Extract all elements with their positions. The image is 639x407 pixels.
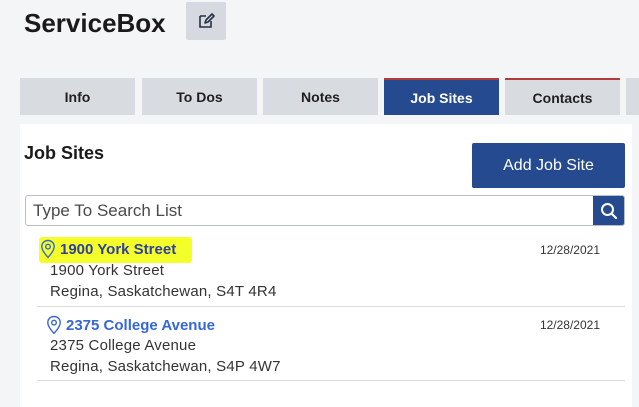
location-pin-icon [45,315,63,335]
address-line-2: Regina, Saskatchewan, S4P 4W7 [50,358,281,375]
tab-info[interactable]: Info [20,78,135,115]
tab-contacts[interactable]: Contacts [505,78,620,115]
tab-todos[interactable]: To Dos [142,78,257,115]
tab-bar: Info To Dos Notes Job Sites Contacts [20,76,639,116]
add-job-site-button[interactable]: Add Job Site [472,143,625,188]
job-site-date: 12/28/2021 [539,243,600,257]
search-button[interactable] [593,196,624,225]
app-title: ServiceBox [24,8,166,38]
address-line-1: 2375 College Avenue [50,337,197,354]
edit-icon [199,13,215,28]
tab-notes[interactable]: Notes [263,78,378,115]
section-title: Job Sites [24,143,105,163]
job-site-name: 2375 College Avenue [66,316,215,334]
list-item[interactable]: 1900 York Street 12/28/2021 1900 York St… [37,232,625,307]
list-item[interactable]: 2375 College Avenue 12/28/2021 2375 Coll… [37,307,625,381]
edit-button[interactable] [186,2,226,40]
tab-job-sites[interactable]: Job Sites [384,78,499,115]
search-input[interactable] [26,196,594,225]
search-bar [25,195,625,226]
job-site-link[interactable]: 1900 York Street [39,237,193,263]
job-site-name: 1900 York Street [60,240,177,258]
address-line-2: Regina, Saskatchewan, S4T 4R4 [50,283,277,300]
location-pin-icon [39,239,57,259]
job-site-date: 12/28/2021 [539,318,600,332]
job-site-link[interactable]: 2375 College Avenue [45,315,215,335]
tab-overflow[interactable] [626,78,639,115]
search-icon [600,202,617,219]
address-line-1: 1900 York Street [50,262,165,279]
